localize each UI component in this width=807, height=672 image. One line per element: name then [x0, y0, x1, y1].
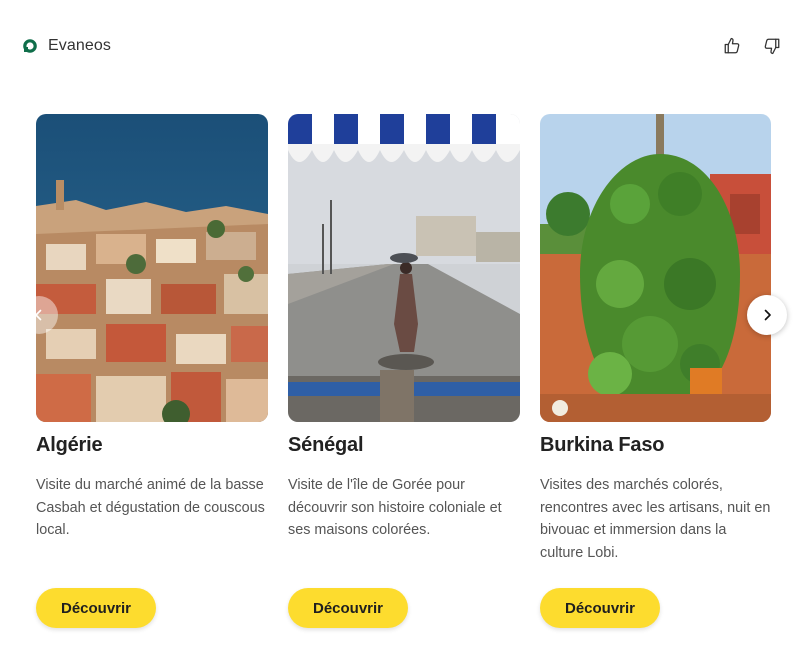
destination-card[interactable]: Algérie Visite du marché animé de la bas…: [36, 114, 268, 628]
card-title: Burkina Faso: [540, 434, 665, 456]
feedback-controls: [721, 34, 783, 58]
destination-carousel: Algérie Visite du marché animé de la bas…: [36, 114, 776, 654]
evaneos-logo-icon: [22, 38, 38, 54]
brand: Evaneos: [22, 34, 111, 58]
algeria-coastal-town-photo: [36, 114, 268, 422]
burkina-faso-plant-wall-photo: [540, 114, 771, 422]
thumbs-down-icon: [764, 38, 780, 55]
destination-card[interactable]: Burkina Faso Visites des marchés colorés…: [540, 114, 772, 628]
thumbs-down-button[interactable]: [761, 34, 783, 58]
card-description: Visite de l'île de Gorée pour découvrir …: [288, 477, 502, 538]
thumbs-up-icon: [724, 37, 740, 54]
discover-button[interactable]: Découvrir: [540, 588, 660, 628]
chevron-left-icon: [35, 309, 42, 321]
card-description: Visites des marchés colorés, rencontres …: [540, 477, 771, 561]
chevron-right-icon: [764, 309, 771, 321]
brand-name: Evaneos: [48, 37, 111, 54]
discover-button[interactable]: Découvrir: [36, 588, 156, 628]
thumbs-up-button[interactable]: [721, 34, 743, 58]
card-description: Visite du marché animé de la basse Casba…: [36, 477, 265, 538]
carousel-next-button[interactable]: [747, 295, 787, 335]
senegal-street-photo: [288, 114, 520, 422]
carousel-prev-button[interactable]: [20, 296, 58, 334]
card-title: Algérie: [36, 434, 103, 456]
discover-button[interactable]: Découvrir: [288, 588, 408, 628]
destination-card[interactable]: Sénégal Visite de l'île de Gorée pour dé…: [288, 114, 520, 628]
card-title: Sénégal: [288, 434, 364, 456]
